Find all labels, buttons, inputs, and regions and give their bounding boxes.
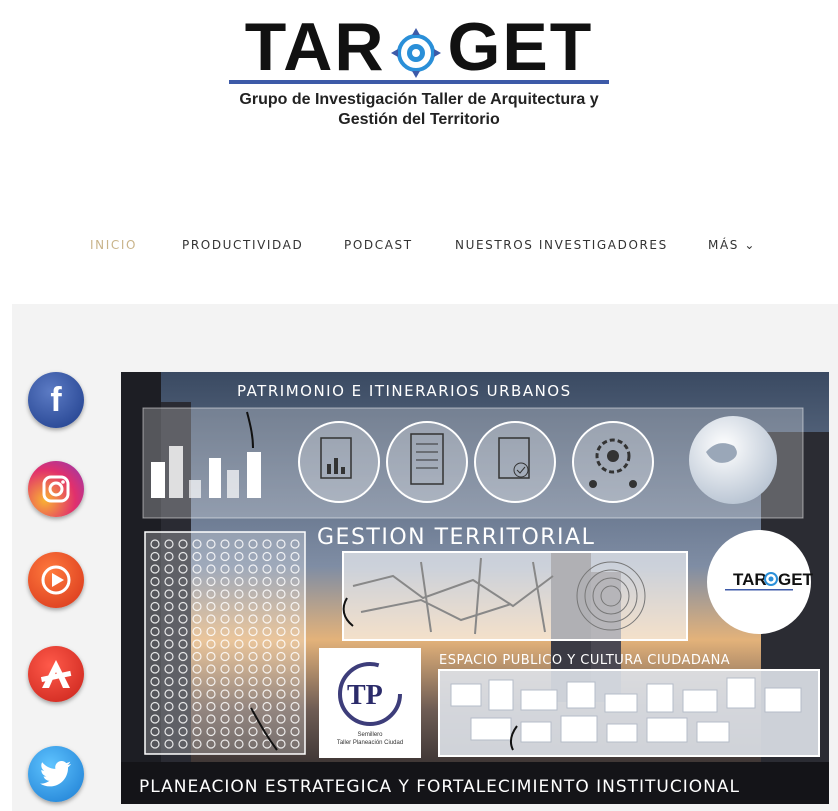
- logo-underline: [229, 80, 609, 84]
- logo-word-left: TAR: [244, 9, 386, 85]
- nav-item-podcast[interactable]: PODCAST: [344, 238, 413, 252]
- instagram-glyph: [42, 475, 70, 503]
- logo-subtitle: Grupo de Investigación Taller de Arquite…: [229, 90, 609, 130]
- banner-title-planeacion: PLANEACION ESTRATEGICA Y FORTALECIMIENTO…: [139, 777, 740, 797]
- badge-word-right: GET: [778, 570, 814, 589]
- hero-banner: PATRIMONIO E ITINERARIOS URBANOS GESTION…: [121, 372, 829, 804]
- nav-item-investigadores[interactable]: NUESTROS INVESTIGADORES: [455, 238, 668, 252]
- badge-word-left: TAR: [733, 570, 767, 589]
- twitter-icon[interactable]: [28, 746, 84, 802]
- nav-item-productividad[interactable]: PRODUCTIVIDAD: [182, 238, 303, 252]
- tp-letters: TP: [347, 680, 383, 711]
- bird-glyph: [40, 761, 71, 787]
- tp-sub-line2: Taller Planeación Ciudad: [337, 740, 403, 746]
- logo-wordmark: TAR GET: [229, 12, 609, 82]
- youtube-icon[interactable]: [28, 552, 84, 608]
- play-glyph: [41, 565, 71, 595]
- logo-word-right: GET: [447, 9, 594, 85]
- logo-subtitle-line2: Gestión del Territorio: [338, 111, 500, 128]
- facebook-glyph: f: [50, 380, 62, 419]
- a-glyph: [40, 660, 72, 688]
- tp-sub-line1: Semillero: [357, 732, 383, 738]
- target-icon: [391, 20, 442, 78]
- globe-icon: [689, 416, 777, 504]
- city-model-panel: [438, 669, 820, 757]
- nav-item-inicio[interactable]: INICIO: [90, 238, 137, 252]
- document-chart-icon: [298, 421, 380, 503]
- main-nav: INICIO PRODUCTIVIDAD PODCAST NUESTROS IN…: [0, 238, 838, 262]
- map-panel: [342, 551, 688, 641]
- banner-title-espacio: ESPACIO PUBLICO Y CULTURA CIUDADANA: [439, 653, 730, 668]
- anchor-icon[interactable]: [28, 646, 84, 702]
- tp-badge: TP Semillero Taller Planeación Ciudad: [319, 648, 421, 758]
- clipboard-check-icon: [474, 421, 556, 503]
- site-logo[interactable]: TAR GET Grupo de Investigación Taller de…: [229, 12, 609, 132]
- banner-title-patrimonio: PATRIMONIO E ITINERARIOS URBANOS: [237, 382, 572, 400]
- facebook-icon[interactable]: f: [28, 372, 84, 428]
- logo-subtitle-line1: Grupo de Investigación Taller de Arquite…: [239, 91, 599, 108]
- nav-item-mas[interactable]: MÁS ⌄: [708, 238, 756, 252]
- instagram-icon[interactable]: [28, 461, 84, 517]
- gear-people-icon: [572, 421, 654, 503]
- banner-title-gestion: GESTION TERRITORIAL: [317, 525, 595, 550]
- checklist-icon: [386, 421, 468, 503]
